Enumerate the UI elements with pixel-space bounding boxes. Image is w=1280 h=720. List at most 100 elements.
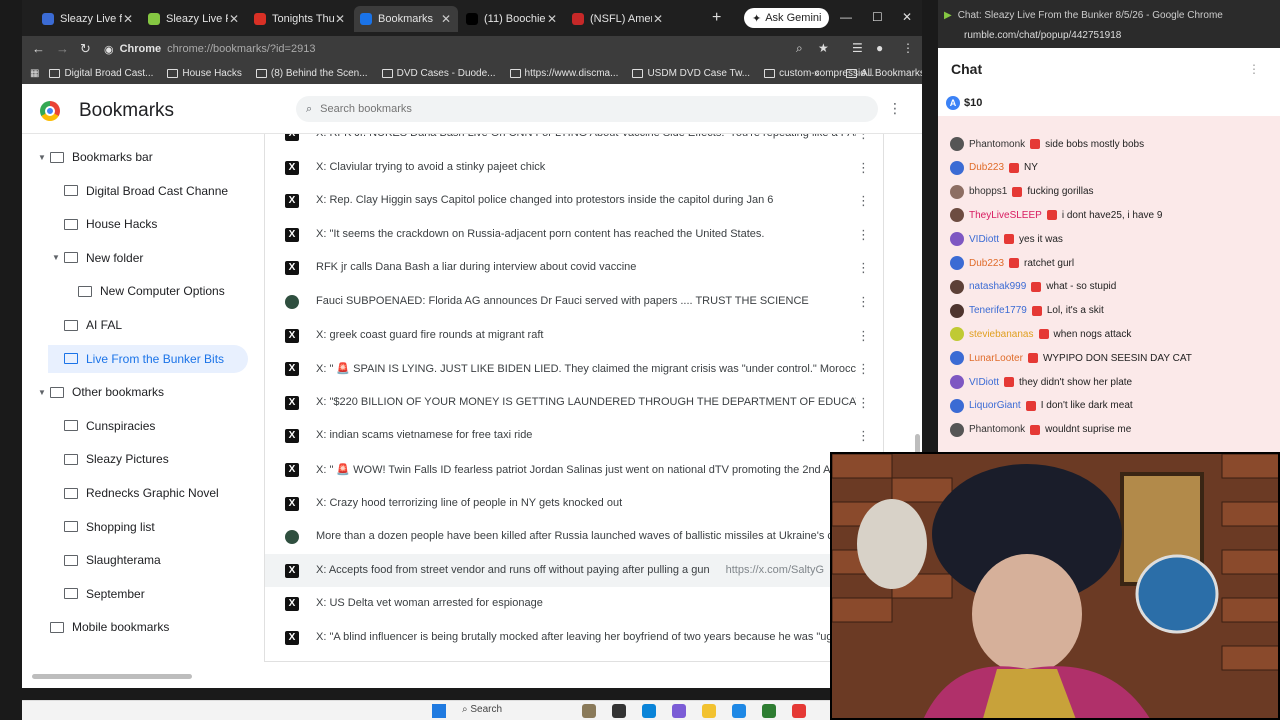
chat-username[interactable]: Dub223 — [969, 162, 1004, 173]
extensions-icon[interactable]: ☰ — [852, 41, 863, 55]
user-avatar[interactable] — [950, 232, 964, 247]
forward-icon[interactable]: → — [56, 41, 69, 56]
chrome-taskbar-icon[interactable] — [792, 704, 806, 718]
bookmark-row[interactable]: X X: Crazy hood terrorizing line of peopl… — [265, 487, 883, 520]
chrome-menu-icon[interactable]: ⋮ — [902, 41, 914, 55]
file-manager-icon[interactable] — [582, 704, 596, 718]
user-avatar[interactable] — [950, 160, 964, 175]
bookmarks-bar-item[interactable]: Digital Broad Cast... — [49, 68, 153, 79]
folder-tree-item[interactable]: Cunspiracies — [48, 412, 248, 440]
chat-menu-icon[interactable]: ⋮ — [1248, 62, 1260, 76]
user-avatar[interactable] — [950, 256, 964, 270]
apps-icon[interactable]: ▦ — [30, 68, 39, 79]
folder-tree-item[interactable]: ▼ Bookmarks bar — [34, 143, 248, 171]
chat-username[interactable]: Phantomonk — [969, 424, 1025, 435]
back-icon[interactable]: ← — [32, 41, 45, 56]
browser-tab[interactable]: (11) Boochie is✕ — [460, 6, 564, 32]
user-avatar[interactable] — [950, 279, 964, 294]
bookmark-row[interactable]: X X: Accepts food from street vendor and … — [265, 553, 883, 587]
chat-username[interactable]: LiquorGiant — [969, 400, 1021, 411]
user-avatar[interactable] — [950, 303, 964, 318]
user-avatar[interactable] — [950, 398, 964, 413]
bookmark-row[interactable]: X X: "A blind influencer is being brutall… — [265, 621, 883, 654]
app-icon[interactable] — [732, 704, 746, 718]
bookmark-row[interactable]: X X: "It seems the crackdown on Russia-ad… — [265, 218, 883, 251]
new-tab-button[interactable]: + — [712, 9, 721, 27]
chat-username[interactable]: Dub223 — [969, 258, 1004, 269]
folder-tree-item[interactable]: New Computer Options — [62, 277, 248, 305]
browser-tab[interactable]: Sleazy Live From✕ — [142, 6, 246, 32]
row-menu-icon[interactable]: ⋮ — [857, 260, 870, 276]
browser-tab[interactable]: Sleazy Live from✕ — [36, 6, 140, 32]
app-icon[interactable] — [762, 704, 776, 718]
address-bar[interactable]: ◉ Chrome chrome://bookmarks/?id=2913 — [104, 39, 822, 59]
bookmark-row[interactable]: X X: Claviular trying to avoid a stinky p… — [265, 151, 883, 184]
bookmarks-bar-item[interactable]: USDM DVD Case Tw... — [632, 68, 750, 79]
maximize-icon[interactable]: ☐ — [872, 10, 883, 24]
chat-username[interactable]: Tenerife1779 — [969, 305, 1027, 316]
all-bookmarks-button[interactable]: All Bookmarks — [846, 68, 922, 79]
bookmark-row[interactable]: X RFK jr calls Dana Bash a liar during in… — [265, 251, 883, 284]
edge-icon[interactable] — [642, 704, 656, 718]
folder-tree-item[interactable]: Mobile bookmarks — [34, 613, 248, 641]
folder-tree-item[interactable]: Slaughterama — [48, 546, 248, 574]
row-menu-icon[interactable]: ⋮ — [857, 328, 870, 344]
browser-tab[interactable]: (NSFL) American✕ — [566, 6, 670, 32]
bookmarks-bar-item[interactable]: https://www.discma... — [509, 68, 618, 79]
folder-tree-item[interactable]: Sleazy Pictures — [48, 445, 248, 473]
row-menu-icon[interactable]: ⋮ — [857, 395, 870, 411]
app-icon[interactable] — [612, 704, 626, 718]
folder-tree-item[interactable]: Digital Broad Cast Channe — [48, 177, 248, 205]
folder-tree-item[interactable]: AI FAL — [48, 311, 248, 339]
chat-username[interactable]: VIDiott — [969, 234, 999, 245]
bookmark-row[interactable]: Fauci SUBPOENAED: Florida AG announces D… — [265, 285, 883, 318]
chat-username[interactable]: Phantomonk — [969, 139, 1025, 150]
user-avatar[interactable] — [950, 351, 964, 366]
user-avatar[interactable] — [950, 137, 964, 151]
bookmark-row[interactable]: X X: "$220 BILLION OF YOUR MONEY IS GETTI… — [265, 386, 883, 419]
row-menu-icon[interactable]: ⋮ — [857, 227, 870, 243]
folder-tree-item[interactable]: Rednecks Graphic Novel — [48, 479, 248, 507]
close-tab-icon[interactable]: ✕ — [334, 12, 346, 26]
chat-username[interactable]: LunarLooter — [969, 353, 1023, 364]
zoom-icon[interactable]: ⌕ — [796, 41, 803, 56]
expand-arrow-icon[interactable]: ▼ — [34, 388, 50, 397]
bookmark-row[interactable]: More than a dozen people have been kille… — [265, 520, 883, 553]
rant-badge[interactable]: A $10 — [946, 96, 982, 110]
chat-username[interactable]: natashak999 — [969, 281, 1026, 292]
windows-start-icon[interactable] — [432, 704, 446, 718]
chat-username[interactable]: bhopps1 — [969, 186, 1007, 197]
folder-tree-item[interactable]: September — [48, 580, 248, 608]
chat-username[interactable]: steviebananas — [969, 329, 1034, 340]
user-avatar[interactable] — [950, 184, 964, 199]
bookmark-row[interactable]: X X: US Delta vet woman arrested for espi… — [265, 587, 883, 620]
row-menu-icon[interactable]: ⋮ — [857, 361, 870, 377]
chat-username[interactable]: VIDiott — [969, 377, 999, 388]
bookmark-row[interactable]: X X: " 🚨 WOW! Twin Falls ID fearless patr… — [265, 453, 883, 486]
expand-arrow-icon[interactable]: ▼ — [34, 153, 50, 162]
close-tab-icon[interactable]: ✕ — [546, 12, 558, 26]
user-avatar[interactable] — [950, 327, 964, 342]
close-tab-icon[interactable]: ✕ — [228, 12, 240, 26]
expand-arrow-icon[interactable]: ▼ — [48, 253, 64, 262]
chat-username[interactable]: TheyLiveSLEEP — [969, 210, 1042, 221]
reload-icon[interactable]: ↻ — [80, 41, 91, 57]
taskbar-search[interactable]: ⌕ Search — [462, 704, 502, 715]
search-input[interactable] — [320, 103, 821, 115]
bookmarks-bar-item[interactable]: (8) Behind the Scen... — [255, 68, 368, 79]
browser-tab[interactable]: Tonights Thumb✕ — [248, 6, 352, 32]
user-avatar[interactable] — [950, 375, 964, 389]
minimize-icon[interactable]: — — [840, 10, 852, 24]
row-menu-icon[interactable]: ⋮ — [857, 134, 870, 142]
bookmark-row[interactable]: X X: indian scams vietnamese for free tax… — [265, 419, 883, 452]
row-menu-icon[interactable]: ⋮ — [857, 193, 870, 209]
user-avatar[interactable] — [950, 422, 964, 437]
bookmarks-bar-item[interactable]: House Hacks — [167, 68, 242, 79]
bookmark-star-icon[interactable]: ★ — [818, 41, 829, 55]
bookmark-row[interactable]: X X: greek coast guard fire rounds at mig… — [265, 319, 883, 352]
horizontal-scrollbar[interactable] — [22, 674, 242, 680]
more-bookmarks-icon[interactable]: » — [814, 68, 820, 79]
folder-tree-item[interactable]: ▼ Other bookmarks — [34, 378, 248, 406]
folder-tree-item[interactable]: ▼ New folder — [48, 244, 248, 272]
folder-tree-item[interactable]: Live From the Bunker Bits — [48, 344, 248, 373]
